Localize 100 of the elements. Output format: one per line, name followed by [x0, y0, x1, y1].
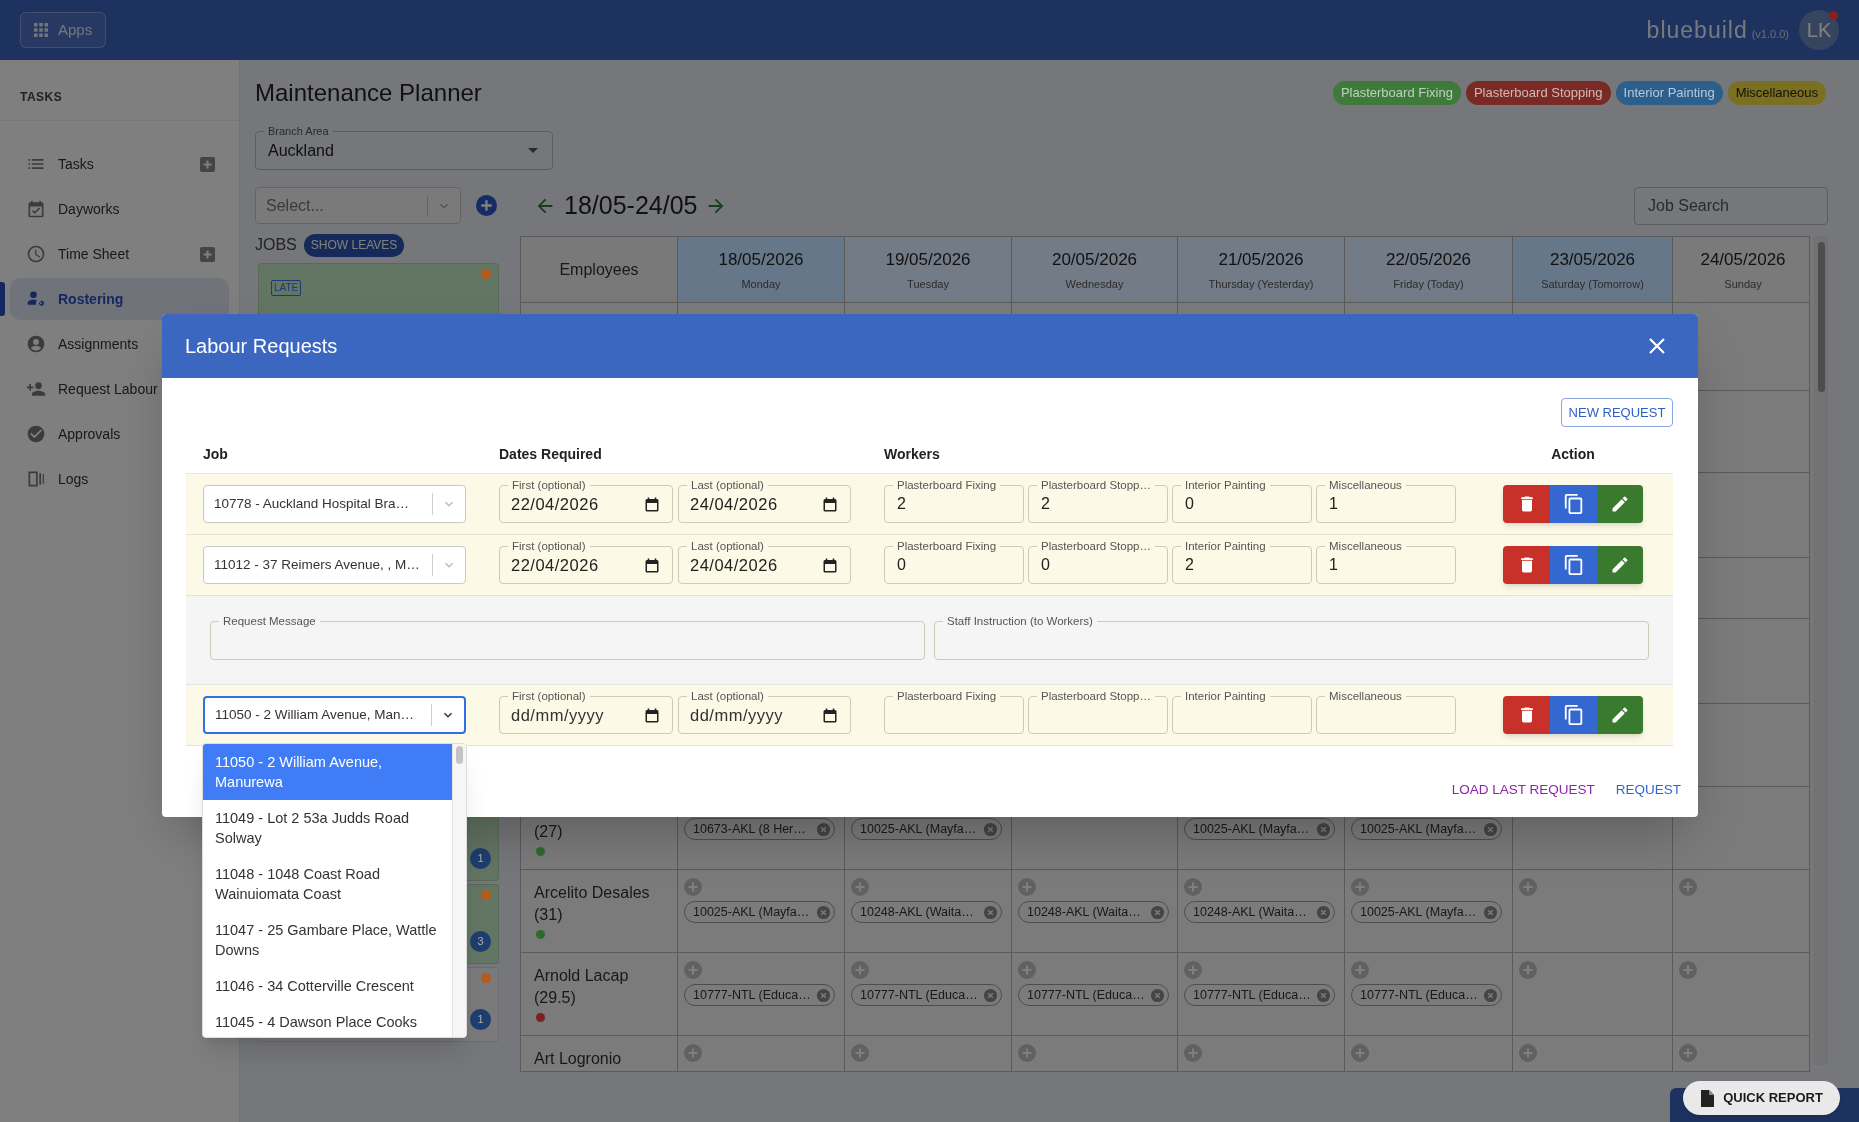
- remove-icon[interactable]: [1150, 987, 1165, 1003]
- page-title: Maintenance Planner: [255, 78, 482, 108]
- sidebar-label: Dayworks: [58, 199, 121, 219]
- add-box-icon[interactable]: [200, 246, 215, 262]
- job-chip[interactable]: 10248-AKL (Waita…: [1184, 901, 1335, 923]
- add-icon[interactable]: [1679, 878, 1697, 896]
- job-option[interactable]: 11048 - 1048 Coast Road Wainuiomata Coast: [203, 856, 452, 912]
- remove-icon[interactable]: [1150, 904, 1165, 920]
- add-icon[interactable]: [1351, 1044, 1369, 1062]
- employee-name: Arcelito Desales: [534, 883, 650, 903]
- header-label: Employees: [559, 259, 639, 280]
- calendar-icon[interactable]: [645, 707, 659, 723]
- job-option[interactable]: 11047 - 25 Gambare Place, Wattle Downs: [203, 912, 452, 968]
- job-option[interactable]: 11050 - 2 William Avenue, Manurewa: [203, 744, 452, 800]
- job-chip[interactable]: 10025-AKL (Mayfa…: [684, 901, 835, 923]
- job-chip[interactable]: 10248-AKL (Waita…: [851, 901, 1002, 923]
- job-select[interactable]: 11012 - 37 Reimers Avenue, , M…: [203, 546, 466, 584]
- remove-icon[interactable]: [983, 904, 998, 920]
- remove-icon[interactable]: [1316, 987, 1331, 1003]
- count-badge: 1: [470, 848, 491, 869]
- day-name: Saturday (Tomorrow): [1541, 276, 1644, 292]
- edit-button[interactable]: [1597, 485, 1643, 523]
- legend-tag: Plasterboard Fixing: [1332, 81, 1461, 105]
- scrollbar[interactable]: [1814, 236, 1828, 1065]
- add-icon[interactable]: [1184, 878, 1202, 896]
- job-select[interactable]: 10778 - Auckland Hospital Bra…: [203, 485, 466, 523]
- copy-button[interactable]: [1550, 546, 1597, 584]
- job-option[interactable]: 11049 - Lot 2 53a Judds Road Solway: [203, 800, 452, 856]
- job-chip[interactable]: 10777-NTL (Educa…: [851, 984, 1002, 1006]
- scrollbar[interactable]: [452, 744, 466, 1037]
- add-icon[interactable]: [1351, 878, 1369, 896]
- add-icon[interactable]: [1018, 878, 1036, 896]
- add-icon[interactable]: [1519, 1044, 1537, 1062]
- calendar-icon[interactable]: [823, 557, 837, 573]
- remove-icon[interactable]: [1483, 987, 1498, 1003]
- add-icon[interactable]: [1184, 961, 1202, 979]
- remove-icon[interactable]: [983, 821, 998, 837]
- add-icon[interactable]: [684, 961, 702, 979]
- sidebar-label: Approvals: [58, 424, 122, 444]
- edit-button[interactable]: [1597, 546, 1643, 584]
- job-chip[interactable]: 10025-AKL (Mayfa…: [1351, 901, 1502, 923]
- remove-icon[interactable]: [1483, 821, 1498, 837]
- new-request-button[interactable]: NEW REQUEST: [1561, 398, 1673, 427]
- job-chip[interactable]: 10248-AKL (Waita…: [1018, 901, 1169, 923]
- sidebar-item[interactable]: Request Labour: [10, 368, 229, 410]
- add-icon[interactable]: [1018, 1044, 1036, 1062]
- remove-icon[interactable]: [983, 987, 998, 1003]
- delete-button[interactable]: [1503, 485, 1550, 523]
- job-option[interactable]: 11046 - 34 Cotterville Crescent: [203, 968, 452, 1004]
- column-header: Dates Required: [499, 446, 602, 462]
- show-leaves-button[interactable]: SHOW LEAVES: [303, 233, 405, 257]
- add-icon[interactable]: [851, 961, 869, 979]
- add-icon[interactable]: [476, 195, 497, 216]
- add-icon[interactable]: [1679, 961, 1697, 979]
- add-icon[interactable]: [851, 1044, 869, 1062]
- job-search-field[interactable]: Job Search: [1634, 187, 1828, 225]
- edit-button[interactable]: [1597, 696, 1643, 734]
- day-date: 23/05/2026: [1549, 249, 1636, 271]
- job-option[interactable]: 11045 - 4 Dawson Place Cooks: [203, 1004, 452, 1037]
- quick-report-button[interactable]: QUICK REPORT: [1683, 1081, 1840, 1115]
- remove-icon[interactable]: [1483, 904, 1498, 920]
- sidebar-item[interactable]: Time Sheet: [10, 233, 229, 275]
- text-link[interactable]: REQUEST: [1615, 780, 1681, 801]
- add-icon[interactable]: [851, 878, 869, 896]
- add-icon[interactable]: [1184, 1044, 1202, 1062]
- add-icon[interactable]: [684, 878, 702, 896]
- clock-icon: [26, 244, 46, 264]
- add-icon[interactable]: [1679, 1044, 1697, 1062]
- job-chip[interactable]: 10777-NTL (Educa…: [1351, 984, 1502, 1006]
- add-box-icon[interactable]: [200, 156, 215, 172]
- sidebar-item[interactable]: Tasks: [10, 143, 229, 185]
- remove-icon[interactable]: [816, 821, 831, 837]
- job-chip[interactable]: 10777-NTL (Educa…: [1184, 984, 1335, 1006]
- add-icon[interactable]: [1519, 961, 1537, 979]
- sidebar-item[interactable]: Dayworks: [10, 188, 229, 230]
- document-bars-icon: [26, 469, 46, 489]
- delete-button[interactable]: [1503, 696, 1550, 734]
- delete-button[interactable]: [1503, 546, 1550, 584]
- add-icon[interactable]: [1519, 878, 1537, 896]
- remove-icon[interactable]: [1316, 904, 1331, 920]
- day-date: 19/05/2026: [885, 249, 971, 271]
- remove-icon[interactable]: [816, 904, 831, 920]
- add-icon[interactable]: [684, 1044, 702, 1062]
- add-icon[interactable]: [1351, 961, 1369, 979]
- job-chip[interactable]: 10777-NTL (Educa…: [684, 984, 835, 1006]
- text-link[interactable]: LOAD LAST REQUEST: [1451, 780, 1595, 801]
- remove-icon[interactable]: [816, 987, 831, 1003]
- add-icon[interactable]: [1018, 961, 1036, 979]
- day-name: Wednesday: [1065, 276, 1124, 292]
- calendar-icon[interactable]: [823, 496, 837, 512]
- close-icon[interactable]: [1648, 337, 1666, 355]
- remove-icon[interactable]: [1316, 821, 1331, 837]
- calendar-icon[interactable]: [823, 707, 837, 723]
- calendar-icon[interactable]: [645, 496, 659, 512]
- sidebar-label: Tasks: [58, 154, 95, 174]
- sidebar-label: Time Sheet: [58, 244, 131, 264]
- copy-button[interactable]: [1550, 485, 1597, 523]
- calendar-icon[interactable]: [645, 557, 659, 573]
- job-chip[interactable]: 10777-NTL (Educa…: [1018, 984, 1169, 1006]
- copy-button[interactable]: [1550, 696, 1597, 734]
